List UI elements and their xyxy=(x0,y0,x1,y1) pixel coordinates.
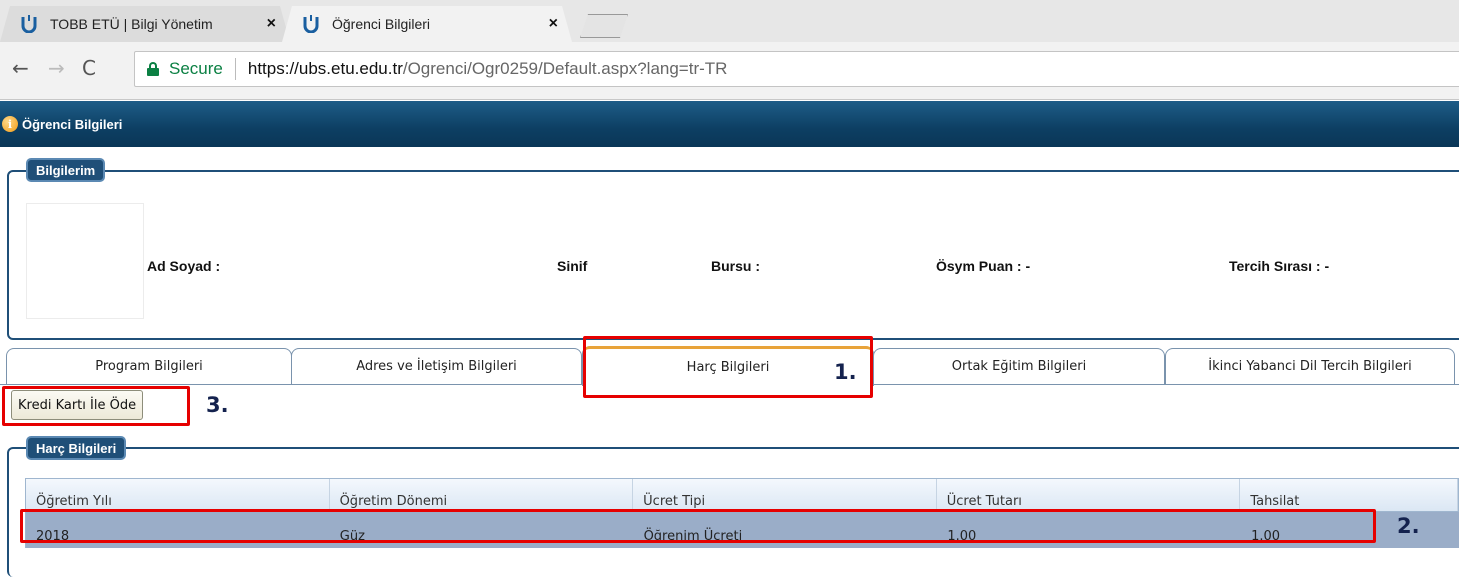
close-icon[interactable]: × xyxy=(549,15,558,33)
browser-tab-title: Öğrenci Bilgileri xyxy=(332,16,431,32)
browser-tab-ogrenci-bilgileri[interactable]: Öğrenci Bilgileri × xyxy=(282,6,572,42)
column-header[interactable]: Öğretim Dönemi xyxy=(330,479,634,511)
tab-program-bilgileri[interactable]: Program Bilgileri xyxy=(6,348,292,384)
osym-puan-label: Ösym Puan : - xyxy=(936,258,1031,274)
tercih-sirasi-label: Tercih Sırası : - xyxy=(1229,258,1330,274)
ad-soyad-value xyxy=(261,246,467,284)
bursu-value xyxy=(772,246,912,284)
harc-bilgileri-legend: Harç Bilgileri xyxy=(26,436,127,460)
tab-ikinci-yabanci-dil[interactable]: İkinci Yabanci Dil Tercih Bilgileri xyxy=(1165,348,1455,384)
back-arrow-icon[interactable]: ← xyxy=(12,56,29,80)
bursu-label: Bursu : xyxy=(711,258,760,274)
address-separator xyxy=(234,58,236,80)
bilgilerim-legend: Bilgilerim xyxy=(26,158,106,182)
info-icon: i xyxy=(2,116,18,132)
browser-tab-bilgi-yonetim[interactable]: TOBB ETÜ | Bilgi Yönetim × xyxy=(0,6,290,42)
column-header[interactable]: Tahsilat xyxy=(1240,479,1459,511)
column-header[interactable]: Ücret Tutarı xyxy=(937,479,1241,511)
column-header[interactable]: Öğretim Yılı xyxy=(26,479,330,511)
browser-tabstrip: TOBB ETÜ | Bilgi Yönetim × Öğrenci Bilgi… xyxy=(0,0,1459,42)
browser-toolbar: ← → C Secure https://ubs.etu.edu.tr /Ogr… xyxy=(0,42,1459,100)
sinif-value xyxy=(592,246,668,284)
url-host: https://ubs.etu.edu.tr xyxy=(247,59,403,78)
new-tab-button[interactable] xyxy=(580,14,628,38)
annotation-label-1: 1. xyxy=(834,360,857,384)
reload-icon[interactable]: C xyxy=(82,56,96,80)
secure-label: Secure xyxy=(169,59,223,78)
forward-arrow-icon[interactable]: → xyxy=(48,56,65,80)
annotation-box-2 xyxy=(20,509,1376,543)
tab-ortak-egitim[interactable]: Ortak Eğitim Bilgileri xyxy=(873,348,1165,384)
page-title: Öğrenci Bilgileri xyxy=(22,116,123,132)
tab-adres-iletisim[interactable]: Adres ve İletişim Bilgileri xyxy=(291,348,582,384)
address-bar[interactable]: Secure https://ubs.etu.edu.tr /Ogrenci/O… xyxy=(134,51,1459,87)
ad-soyad-label: Ad Soyad : xyxy=(147,258,221,274)
annotation-label-2: 2. xyxy=(1397,514,1420,538)
table-header: Öğretim Yılı Öğretim Dönemi Ücret Tipi Ü… xyxy=(25,478,1459,512)
close-icon[interactable]: × xyxy=(267,15,276,33)
annotation-label-3: 3. xyxy=(206,393,229,417)
sinif-label: Sinif : xyxy=(557,258,596,274)
annotation-box-3 xyxy=(2,386,190,426)
etu-favicon-icon xyxy=(20,15,38,33)
browser-tab-title: TOBB ETÜ | Bilgi Yönetim xyxy=(50,16,213,32)
column-header[interactable]: Ücret Tipi xyxy=(633,479,937,511)
annotation-box-1 xyxy=(583,336,873,398)
student-photo xyxy=(26,203,144,319)
etu-favicon-icon xyxy=(302,15,320,33)
url-path: /Ogrenci/Ogr0259/Default.aspx?lang=tr-TR xyxy=(402,59,728,78)
page-header: i Öğrenci Bilgileri xyxy=(0,101,1459,147)
bilgilerim-fieldset xyxy=(7,170,1459,340)
lock-icon xyxy=(147,62,159,76)
